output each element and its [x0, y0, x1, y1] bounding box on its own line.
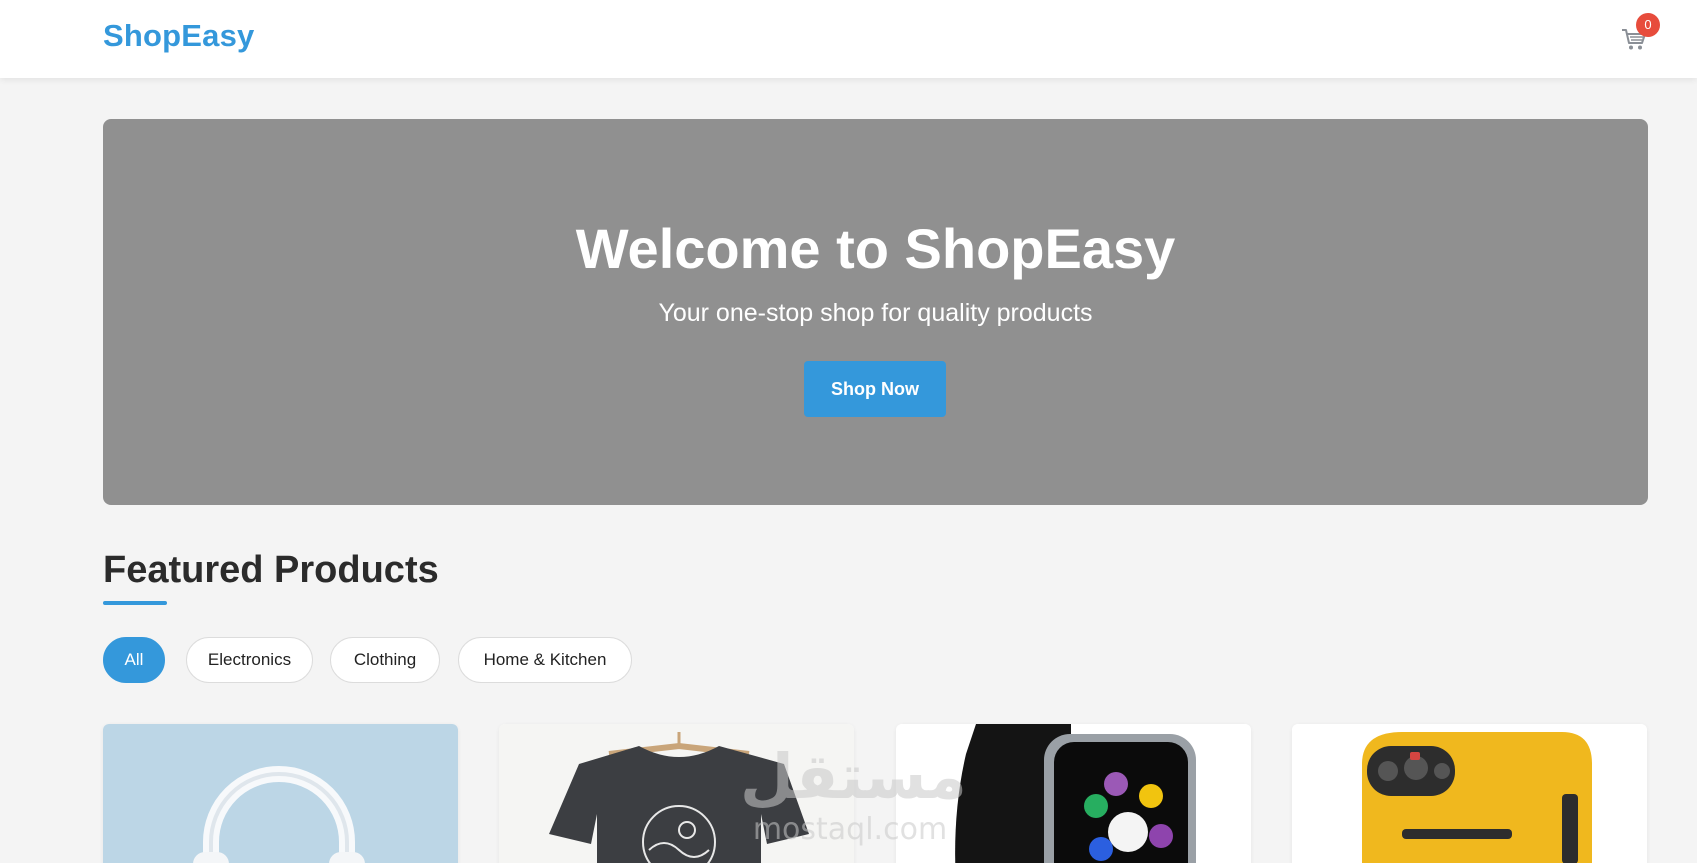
product-card[interactable]: [499, 724, 854, 863]
hero-banner: Welcome to ShopEasy Your one-stop shop f…: [103, 119, 1648, 505]
tshirt-image: [499, 724, 854, 863]
smartwatch-image: [896, 724, 1251, 863]
coffee-machine-image: [1292, 724, 1647, 863]
brand-logo[interactable]: ShopEasy: [103, 18, 254, 54]
product-card[interactable]: [896, 724, 1251, 863]
top-navbar: ShopEasy 0: [0, 0, 1697, 78]
filter-clothing[interactable]: Clothing: [330, 637, 440, 683]
filter-home-kitchen[interactable]: Home & Kitchen: [458, 637, 632, 683]
featured-products-title: Featured Products: [103, 549, 439, 591]
cart-count-badge: 0: [1636, 13, 1660, 37]
filter-all[interactable]: All: [103, 637, 165, 683]
title-underline: [103, 601, 167, 605]
headphones-image: [103, 724, 458, 863]
shop-now-button[interactable]: Shop Now: [804, 361, 946, 417]
product-card[interactable]: [103, 724, 458, 863]
hero-subtitle: Your one-stop shop for quality products: [658, 299, 1093, 327]
filter-electronics[interactable]: Electronics: [186, 637, 313, 683]
product-card[interactable]: [1292, 724, 1647, 863]
hero-title: Welcome to ShopEasy: [575, 217, 1176, 280]
